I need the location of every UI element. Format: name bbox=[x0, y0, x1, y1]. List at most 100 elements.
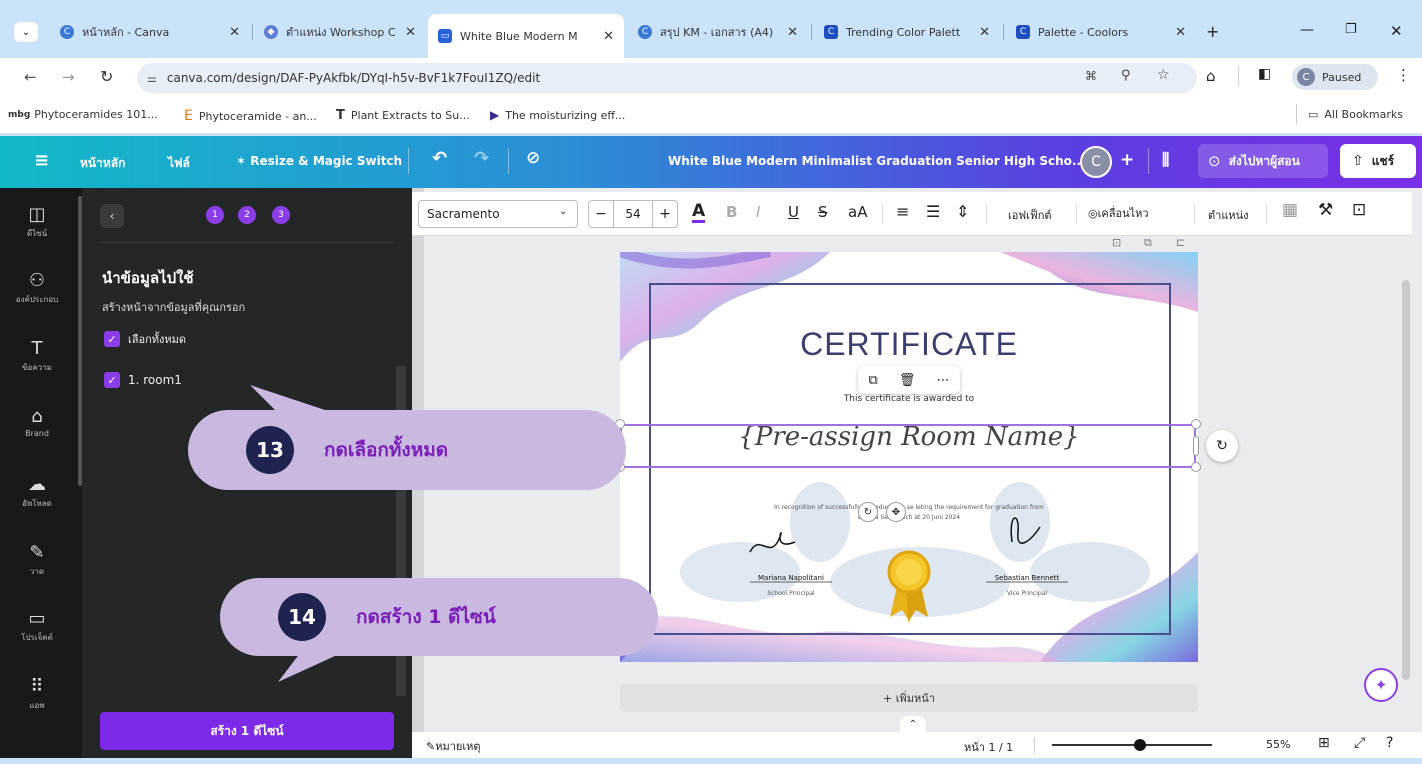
undo-icon[interactable]: ↶ bbox=[432, 148, 447, 169]
signer-1-name[interactable]: Mariana Napolitani bbox=[730, 574, 852, 582]
menu-dots-icon[interactable]: ⋮ bbox=[1396, 66, 1411, 84]
rotate-handle-icon[interactable]: ↻ bbox=[858, 502, 878, 522]
rail-draw[interactable]: ✎ วาด bbox=[0, 542, 74, 578]
spacing-icon[interactable]: ⇕ bbox=[956, 202, 969, 221]
browser-tab-5[interactable]: C Palette - Coolors ✕ bbox=[1006, 16, 1196, 48]
resize-handle[interactable] bbox=[1191, 462, 1201, 472]
resize-button[interactable]: ✶ Resize & Magic Switch bbox=[236, 154, 402, 168]
zoom-slider[interactable] bbox=[1052, 739, 1212, 751]
text-color-icon[interactable]: A bbox=[692, 202, 706, 223]
transparency-icon[interactable]: ▦ bbox=[1282, 200, 1298, 220]
lock-icon[interactable]: ⊡ bbox=[1352, 200, 1366, 220]
close-icon[interactable]: ✕ bbox=[229, 25, 240, 40]
awarded-text[interactable]: This certificate is awarded to bbox=[620, 394, 1198, 404]
insights-icon[interactable]: ⫼ bbox=[1162, 150, 1169, 170]
plus-icon[interactable]: + bbox=[653, 206, 677, 222]
position-button[interactable]: ตำแหน่ง bbox=[1208, 206, 1249, 224]
selection-box[interactable] bbox=[620, 424, 1196, 468]
add-page-button[interactable]: + เพิ่มหน้า bbox=[620, 684, 1198, 712]
new-tab-icon[interactable]: + bbox=[1206, 22, 1219, 41]
browser-tab-0[interactable]: C หน้าหลัก - Canva ✕ bbox=[50, 16, 250, 48]
rail-elements[interactable]: ⚇ องค์ประกอบ bbox=[0, 270, 74, 306]
site-info-icon[interactable]: ⚌ bbox=[147, 72, 157, 85]
chevron-up-icon[interactable]: ⌃ bbox=[900, 716, 926, 732]
rotate-icon[interactable]: ↻ bbox=[1206, 430, 1238, 462]
rail-design[interactable]: ◫ ดีไซน์ bbox=[0, 204, 74, 240]
bookmark-2[interactable]: T Plant Extracts to Su... bbox=[336, 108, 470, 123]
help-icon[interactable]: ? bbox=[1386, 735, 1393, 751]
bookmark-0[interactable]: mbg Phytoceramides 101... bbox=[8, 108, 158, 121]
font-family-select[interactable]: Sacramento ⌄ bbox=[418, 200, 578, 228]
select-all-checkbox[interactable]: ✓ เลือกทั้งหมด bbox=[104, 330, 186, 348]
profile-button[interactable]: C Paused bbox=[1292, 64, 1378, 90]
minimize-icon[interactable]: — bbox=[1300, 22, 1314, 38]
rail-upload[interactable]: ☁ อัพโหลด bbox=[0, 474, 74, 510]
strikethrough-icon[interactable]: S bbox=[818, 203, 828, 221]
address-bar[interactable]: ⚌ canva.com/design/DAF-PyAkfbk/DYqI-h5v-… bbox=[137, 63, 1197, 93]
magic-assistant-icon[interactable]: ✦ bbox=[1364, 668, 1398, 702]
back-chevron-icon[interactable]: ‹ bbox=[100, 204, 124, 228]
close-icon[interactable]: ✕ bbox=[603, 29, 614, 44]
add-collaborator-icon[interactable]: + bbox=[1120, 150, 1134, 170]
hamburger-icon[interactable]: ≡ bbox=[34, 150, 49, 171]
minus-icon[interactable]: − bbox=[589, 206, 613, 222]
create-design-button[interactable]: สร้าง 1 ดีไซน์ bbox=[100, 712, 394, 750]
redo-icon[interactable]: ↷ bbox=[474, 148, 489, 169]
document-title[interactable]: White Blue Modern Minimalist Graduation … bbox=[668, 154, 1086, 168]
case-icon[interactable]: aA bbox=[848, 203, 867, 221]
user-avatar[interactable]: C bbox=[1080, 146, 1112, 178]
send-to-teacher-button[interactable]: ⊙ ส่งไปหาผู้สอน bbox=[1198, 144, 1328, 178]
close-icon[interactable]: ✕ bbox=[405, 25, 416, 40]
browser-tab-4[interactable]: C Trending Color Palett ✕ bbox=[814, 16, 1000, 48]
browser-tab-3[interactable]: C สรุป KM - เอกสาร (A4) ✕ bbox=[628, 16, 808, 48]
italic-icon[interactable]: I bbox=[756, 203, 760, 221]
close-icon[interactable]: ✕ bbox=[979, 25, 990, 40]
share-button[interactable]: ⇧ แชร์ bbox=[1340, 144, 1416, 178]
close-icon[interactable]: ✕ bbox=[1175, 25, 1186, 40]
signer-2-name[interactable]: Sebastian Bennett bbox=[966, 574, 1088, 582]
duplicate-icon[interactable]: ⧉ bbox=[869, 373, 878, 388]
rail-brand[interactable]: ⌂ Brand bbox=[0, 406, 74, 438]
body-text-line-2[interactable]: Larana Senior Sch at 20 Juni 2024 bbox=[620, 514, 1198, 521]
cloud-saved-icon[interactable]: ⊘ bbox=[526, 148, 540, 168]
signer-2-title[interactable]: Vice Principal bbox=[966, 590, 1088, 597]
underline-icon[interactable]: U bbox=[788, 203, 799, 221]
zoom-level[interactable]: 55% bbox=[1266, 738, 1290, 751]
font-size-value[interactable]: 54 bbox=[613, 201, 653, 227]
browser-tab-1[interactable]: ◆ ตำแหน่ง Workshop C ✕ bbox=[254, 16, 426, 48]
more-icon[interactable]: ⋯ bbox=[936, 373, 949, 388]
page-lock-icon[interactable]: ⊡ bbox=[1112, 236, 1121, 249]
effects-button[interactable]: เอฟเฟ็กต์ bbox=[1008, 206, 1052, 224]
animate-button[interactable]: ◎ เคลื่อนไหว bbox=[1088, 204, 1149, 222]
rail-text[interactable]: T ข้อความ bbox=[0, 338, 74, 374]
rail-projects[interactable]: ▭ โปรเจ็คต์ bbox=[0, 608, 74, 644]
restore-icon[interactable]: ❐ bbox=[1345, 22, 1357, 37]
close-icon[interactable]: ✕ bbox=[787, 25, 798, 40]
bookmark-star-icon[interactable]: ☆ bbox=[1157, 67, 1170, 83]
page-duplicate-icon[interactable]: ⧉ bbox=[1144, 236, 1152, 250]
zoom-slider-thumb[interactable] bbox=[1134, 739, 1146, 751]
home-link[interactable]: หน้าหลัก bbox=[80, 154, 125, 173]
copy-style-icon[interactable]: ⚒ bbox=[1318, 200, 1333, 220]
all-bookmarks[interactable]: ▭ All Bookmarks bbox=[1308, 108, 1403, 121]
zoom-icon[interactable]: ⚲ bbox=[1121, 68, 1131, 83]
bookmark-3[interactable]: ▶ The moisturizing eff... bbox=[490, 108, 625, 122]
window-close-icon[interactable]: ✕ bbox=[1390, 22, 1403, 40]
grid-view-icon[interactable]: ⊞ bbox=[1318, 735, 1330, 751]
list-icon[interactable]: ☰ bbox=[926, 202, 940, 221]
url-text[interactable]: canva.com/design/DAF-PyAkfbk/DYqI-h5v-Bv… bbox=[167, 71, 540, 85]
editor-scrollbar[interactable] bbox=[1402, 280, 1410, 680]
move-handle-icon[interactable]: ✥ bbox=[886, 502, 906, 522]
file-menu[interactable]: ไฟล์ bbox=[168, 154, 190, 173]
forward-icon[interactable]: → bbox=[62, 68, 75, 86]
font-size-stepper[interactable]: − 54 + bbox=[588, 200, 678, 228]
delete-icon[interactable]: 🗑 bbox=[899, 373, 916, 388]
room-row-checkbox[interactable]: ✓ 1. room1 bbox=[104, 372, 182, 388]
signer-1-title[interactable]: School Principal bbox=[730, 590, 852, 597]
rail-apps[interactable]: ⠿ แอพ bbox=[0, 676, 74, 712]
reload-icon[interactable]: ↻ bbox=[100, 67, 113, 86]
page-indicator[interactable]: หน้า 1 / 1 bbox=[964, 738, 1013, 756]
translate-icon[interactable]: ⌘ bbox=[1085, 69, 1097, 83]
tab-search-icon[interactable]: ⌄ bbox=[14, 22, 38, 42]
back-icon[interactable]: ← bbox=[24, 68, 37, 86]
